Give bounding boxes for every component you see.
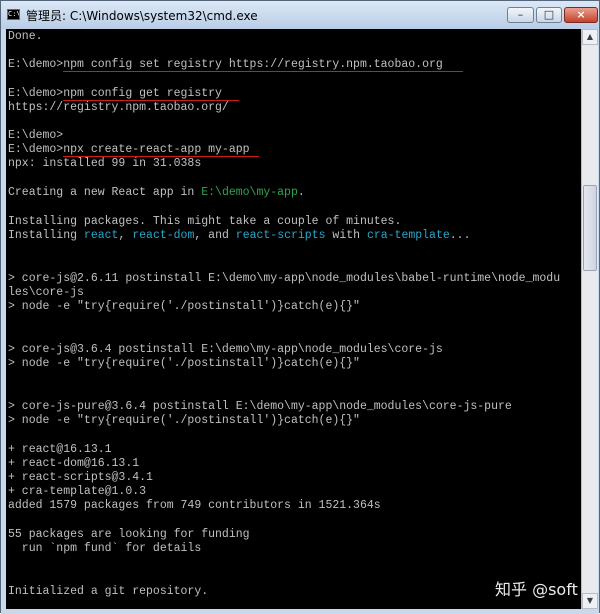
red-underline-annotation [63,100,239,101]
project-path: E:\demo\my-app [201,186,298,199]
cmd-window: C:\ 管理员: C:\Windows\system32\cmd.exe – □… [0,0,600,614]
console-line: E:\demo> [8,129,64,142]
close-button[interactable]: × [564,7,598,23]
console-line: > node -e "try{require('./postinstall')}… [8,357,360,370]
console-line: run `npm fund` for details [8,542,202,555]
console-line: npx: installed 99 in 31.038s [8,157,202,170]
package-name: react [83,229,119,242]
watermark: 知乎 @soft [495,580,578,599]
console-line: added 1579 packages from 749 contributor… [8,499,381,512]
console-text: . [297,186,305,199]
cmd-icon[interactable]: C:\ [7,9,20,20]
console-line: E:\demo>npm config set registry https://… [8,58,443,71]
scroll-thumb[interactable] [583,185,597,271]
console-line: + react-scripts@3.4.1 [8,471,153,484]
console-line: + cra-template@1.0.3 [8,485,147,498]
red-underline-annotation [63,71,463,72]
console-text: Creating a new React app in [8,186,202,199]
console-output[interactable]: Done. E:\demo>npm config set registry ht… [6,29,581,609]
console-text: Installing [8,229,84,242]
package-name: react-dom [132,229,195,242]
maximize-button[interactable]: □ [536,7,562,23]
console-line: Creating a new React app in E:\demo\my-a… [8,186,305,200]
scroll-up-arrow-icon[interactable]: ▲ [582,29,598,45]
title-bar[interactable]: C:\ 管理员: C:\Windows\system32\cmd.exe – □… [1,1,599,29]
console-text: ... [449,229,471,242]
console-line: https://registry.npm.taobao.org/ [8,101,229,114]
red-underline-annotation [63,156,259,157]
console-line: > core-js-pure@3.6.4 postinstall E:\demo… [8,400,512,413]
window-title: 管理员: C:\Windows\system32\cmd.exe [26,9,258,23]
console-line: + react@16.13.1 [8,443,112,456]
console-line: Installing packages. This might take a c… [8,215,402,228]
console-line: les\core-js [8,286,84,299]
package-name: cra-template [366,229,450,242]
console-text: , [118,229,133,242]
console-line: + react-dom@16.13.1 [8,457,140,470]
console-line: E:\demo>npm config get registry [8,87,222,100]
console-line: E:\demo>npx create-react-app my-app [8,143,250,156]
console-line: > core-js@3.6.4 postinstall E:\demo\my-a… [8,343,443,356]
console-line: > node -e "try{require('./postinstall')}… [8,300,360,313]
console-line: Done. [8,30,43,43]
console-line: Installing react, react-dom, and react-s… [8,229,470,243]
console-line: > core-js@2.6.11 postinstall E:\demo\my-… [8,272,561,285]
console-line: Initialized a git repository. [8,585,209,598]
vertical-scrollbar[interactable]: ▲ ▼ [581,29,598,609]
window-bottom-border [1,609,599,614]
console-line: > node -e "try{require('./postinstall')}… [8,414,360,427]
console-text: with [325,229,367,242]
console-line: 55 packages are looking for funding [8,528,250,541]
package-name: react-scripts [235,229,326,242]
minimize-button[interactable]: – [507,7,534,23]
scroll-down-arrow-icon[interactable]: ▼ [582,593,598,609]
console-text: , and [194,229,236,242]
